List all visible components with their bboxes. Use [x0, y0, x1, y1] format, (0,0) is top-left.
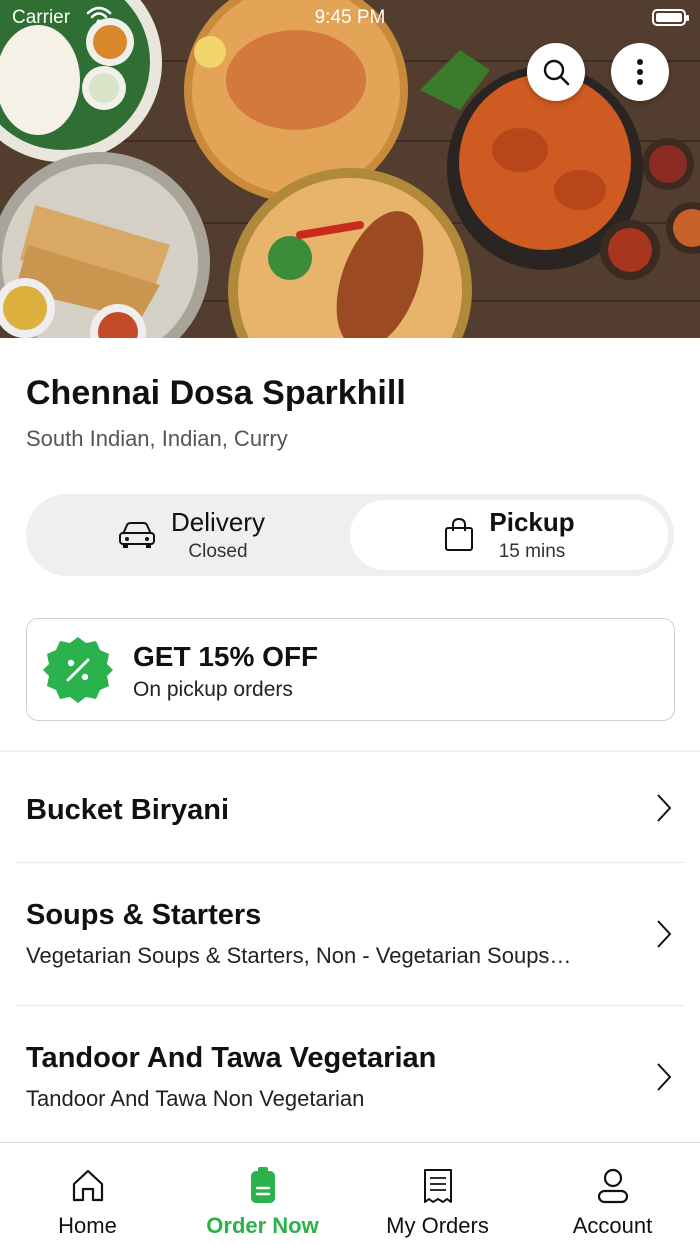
food-illustration	[0, 0, 700, 338]
category-name: Soups & Starters	[26, 899, 262, 931]
tab-label: Account	[572, 1213, 653, 1238]
car-icon	[119, 522, 156, 548]
tab-account[interactable]: Account	[525, 1143, 700, 1244]
tab-label: Order Now	[206, 1213, 319, 1238]
category-name: Tandoor And Tawa Vegetarian	[26, 1042, 437, 1074]
bottom-tab-bar: Home Order Now My Orders Account	[0, 1142, 700, 1244]
tab-label: Home	[58, 1213, 117, 1238]
battery-icon	[652, 9, 689, 26]
chevron-right-icon	[657, 794, 672, 822]
receipt-icon	[423, 1169, 452, 1203]
restaurant-cuisines: South Indian, Indian, Curry	[26, 426, 288, 451]
more-options-button[interactable]	[611, 43, 669, 101]
menu-category-soups-starters[interactable]: Soups & Starters Vegetarian Soups & Star…	[16, 863, 684, 1005]
offer-banner[interactable]: GET 15% OFF On pickup orders	[26, 618, 675, 721]
order-icon	[250, 1167, 275, 1203]
pickup-option[interactable]: Pickup 15 mins	[350, 500, 668, 570]
chevron-right-icon	[657, 1063, 672, 1091]
tab-label: My Orders	[386, 1213, 489, 1238]
tab-order-now[interactable]: Order Now	[175, 1143, 350, 1244]
more-vertical-icon	[637, 59, 643, 85]
status-bar: Carrier 9:45 PM	[0, 0, 700, 36]
tab-my-orders[interactable]: My Orders	[350, 1143, 525, 1244]
category-subtitle: Tandoor And Tawa Non Vegetarian	[26, 1086, 365, 1111]
menu-category-tandoor-tawa[interactable]: Tandoor And Tawa Vegetarian Tandoor And …	[16, 1006, 684, 1142]
delivery-option[interactable]: Delivery Closed	[32, 500, 350, 570]
delivery-status: Closed	[188, 541, 248, 562]
search-button[interactable]	[527, 43, 585, 101]
offer-title: GET 15% OFF	[133, 641, 319, 672]
chevron-right-icon	[657, 920, 672, 948]
shopping-bag-icon	[445, 517, 474, 551]
pickup-label: Pickup	[489, 507, 575, 537]
search-icon	[543, 59, 570, 86]
hero-food-image: Carrier 9:45 PM	[0, 0, 700, 338]
offer-subtitle: On pickup orders	[133, 678, 293, 701]
order-mode-toggle: Delivery Closed Pickup 15 mins	[26, 494, 674, 576]
category-name: Bucket Biryani	[26, 794, 230, 826]
menu-category-bucket-biryani[interactable]: Bucket Biryani	[16, 752, 684, 862]
tab-home[interactable]: Home	[0, 1143, 175, 1244]
category-subtitle: Vegetarian Soups & Starters, Non - Veget…	[26, 943, 572, 968]
delivery-label: Delivery	[171, 507, 265, 537]
user-icon	[597, 1168, 628, 1204]
restaurant-name: Chennai Dosa Sparkhill	[26, 374, 406, 412]
discount-badge-icon	[43, 637, 113, 703]
pickup-time: 15 mins	[498, 541, 566, 562]
clock-label: 9:45 PM	[314, 7, 386, 28]
home-icon	[72, 1169, 103, 1202]
